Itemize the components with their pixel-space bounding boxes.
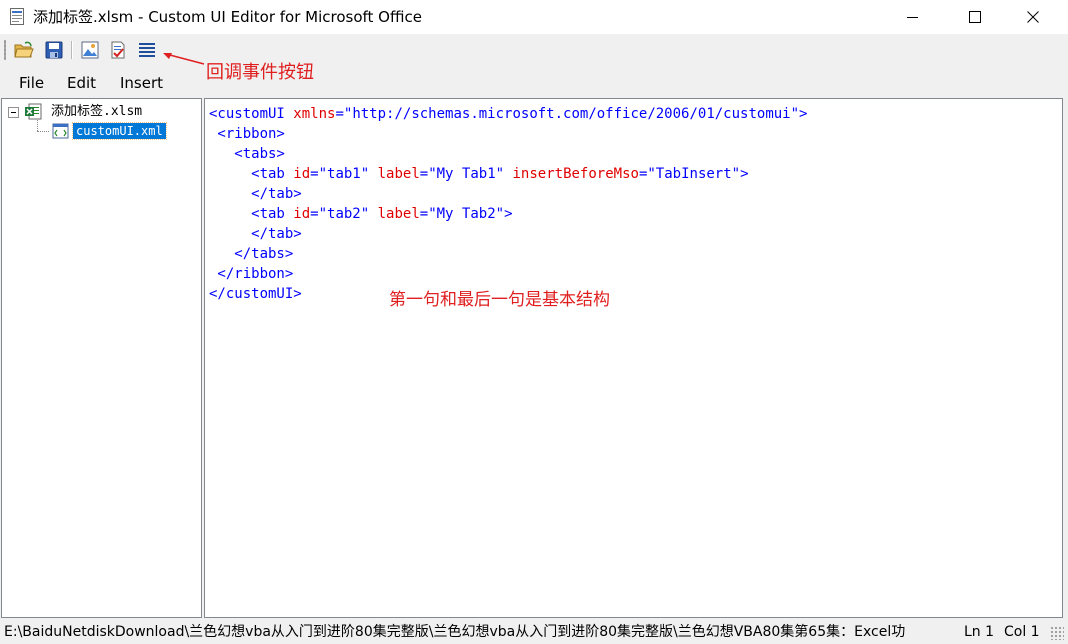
code-token-sym: = (310, 206, 319, 222)
code-token-attr: label (377, 166, 420, 182)
save-button[interactable] (43, 39, 65, 61)
menu-edit[interactable]: Edit (67, 73, 96, 93)
folder-open-icon (14, 41, 34, 58)
status-line-number: Ln 1 (964, 624, 995, 640)
code-token-tag: <customUI (209, 106, 294, 122)
minimize-icon (907, 17, 918, 18)
xml-file-icon (52, 123, 69, 139)
tree-item-customui-xml[interactable]: customUI.xml (72, 122, 167, 140)
code-line[interactable]: <tab id="tab2" label="My Tab2"> (209, 204, 807, 224)
code-token-tag: > (799, 106, 808, 122)
excel-file-icon (25, 103, 42, 120)
tree-root-file[interactable]: 添加标签.xlsm (51, 103, 142, 120)
minimize-button[interactable] (890, 0, 936, 34)
basic-structure-annotation: 第一句和最后一句是基本结构 (389, 290, 610, 310)
code-line[interactable]: <tabs> (209, 144, 807, 164)
code-token-str: "TabInsert" (647, 166, 741, 182)
code-token-tag: > (740, 166, 749, 182)
code-token-tag: </tabs> (209, 246, 294, 262)
code-token-tag: <tab (209, 206, 294, 222)
code-editor[interactable]: <customUI xmlns="http://schemas.microsof… (204, 98, 1063, 618)
code-line[interactable]: <ribbon> (209, 124, 807, 144)
maximize-button[interactable] (952, 0, 998, 34)
code-line[interactable]: </tab> (209, 224, 807, 244)
code-token-sym: = (419, 206, 429, 222)
close-icon (1027, 11, 1039, 23)
tree-collapse-toggle[interactable] (8, 107, 19, 118)
code-token-str: "tab2" (318, 206, 378, 222)
code-token-tag: > (504, 206, 513, 222)
code-token-attr: label (377, 206, 420, 222)
code-token-str: "My Tab2" (428, 206, 505, 222)
code-line[interactable]: </tab> (209, 184, 807, 204)
code-token-str: "My Tab1" (428, 166, 513, 182)
code-line[interactable]: </tabs> (209, 244, 807, 264)
code-token-tag: <tabs> (209, 146, 285, 162)
code-token-attr: insertBeforeMso (512, 166, 639, 182)
code-token-tag: <tab (209, 166, 294, 182)
code-token-attr: id (293, 206, 311, 222)
menu-insert[interactable]: Insert (120, 73, 163, 93)
code-line[interactable]: <customUI xmlns="http://schemas.microsof… (209, 104, 807, 124)
menu-file[interactable]: File (19, 73, 44, 93)
toolbar-separator (71, 41, 73, 59)
code-line[interactable]: <tab id="tab1" label="My Tab1" insertBef… (209, 164, 807, 184)
title-bar: 添加标签.xlsm - Custom UI Editor for Microso… (0, 0, 1068, 34)
code-token-attr: xmlns (293, 106, 336, 122)
toolbar-grip[interactable] (4, 40, 6, 60)
validate-icon (111, 41, 125, 59)
app-icon (10, 8, 24, 25)
code-token-str: "tab1" (318, 166, 378, 182)
menu-bar: File Edit Insert (0, 70, 1068, 96)
code-token-tag: </tab> (209, 186, 302, 202)
close-button[interactable] (1010, 0, 1056, 34)
file-tree[interactable]: 添加标签.xlsm customUI.xml (1, 98, 202, 618)
code-token-str: "http://schemas.microsoft.com/office/200… (343, 106, 800, 122)
code-lines: <customUI xmlns="http://schemas.microsof… (209, 104, 807, 304)
code-token-sym: = (335, 106, 344, 122)
code-token-tag: </ribbon> (209, 266, 294, 282)
save-icon (45, 41, 63, 59)
validate-button[interactable] (107, 39, 129, 61)
annotation-arrow (163, 53, 205, 65)
tree-connector (37, 120, 38, 131)
app-window: 添加标签.xlsm - Custom UI Editor for Microso… (0, 0, 1068, 644)
code-line[interactable]: </ribbon> (209, 264, 807, 284)
code-token-tag: <ribbon> (209, 126, 285, 142)
code-token-sym: = (310, 166, 319, 182)
window-title: 添加标签.xlsm - Custom UI Editor for Microso… (33, 8, 422, 26)
tree-connector (37, 131, 49, 132)
resize-grip[interactable] (1050, 626, 1064, 640)
insert-image-icon (81, 41, 99, 59)
generate-callbacks-button[interactable] (136, 39, 158, 61)
open-button[interactable] (13, 39, 35, 61)
generate-callbacks-icon (139, 43, 155, 57)
insert-icons-button[interactable] (79, 39, 101, 61)
code-token-tag: </customUI> (209, 286, 302, 302)
code-token-sym: = (419, 166, 429, 182)
code-token-tag: </tab> (209, 226, 302, 242)
status-file-path: E:\BaiduNetdiskDownload\兰色幻想vba从入门到进阶80集… (4, 624, 906, 640)
status-column-number: Col 1 (1004, 624, 1040, 640)
code-token-attr: id (293, 166, 311, 182)
status-bar: E:\BaiduNetdiskDownload\兰色幻想vba从入门到进阶80集… (0, 620, 1068, 644)
maximize-icon (969, 11, 981, 23)
